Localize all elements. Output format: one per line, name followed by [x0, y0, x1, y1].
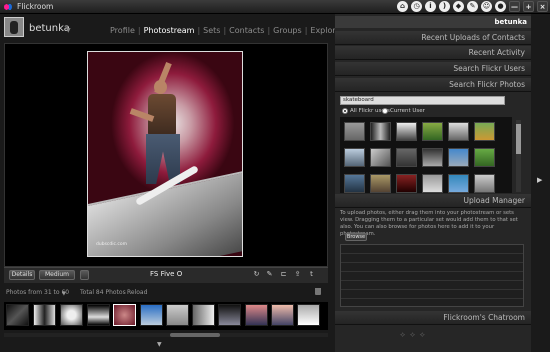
search-result-thumbnail[interactable] [396, 122, 417, 141]
upload-instructions: To upload photos, either drag them into … [340, 210, 518, 237]
strip-total: Total 84 Photos [80, 289, 126, 296]
strip-scrollbar-thumb[interactable] [170, 333, 220, 337]
search-result-thumbnail[interactable] [422, 122, 443, 141]
rss-icon[interactable]: ) [439, 1, 450, 12]
search-result-thumbnail[interactable] [448, 122, 469, 141]
strip-thumbnail[interactable] [297, 304, 320, 326]
tag-icon[interactable]: ◆ [453, 1, 464, 12]
browse-button[interactable]: Browse [345, 233, 367, 241]
search-result-thumbnail[interactable] [396, 174, 417, 193]
radio-current-user[interactable] [382, 108, 388, 114]
chevron-right-icon[interactable]: ▶ [537, 176, 542, 184]
upload-icon[interactable]: ⇪ [293, 270, 302, 279]
search-result-thumbnail[interactable] [422, 174, 443, 193]
photo-credit: dubscdic.com [96, 242, 128, 247]
tab-separator: | [197, 26, 201, 35]
radio-current-user-label: Current User [390, 108, 425, 114]
radio-all-users[interactable] [342, 108, 348, 114]
panel-upload-manager[interactable]: Upload Manager [335, 194, 531, 208]
tab-separator: | [137, 26, 141, 35]
panel-recent-activity[interactable]: Recent Activity [335, 46, 531, 60]
panel-search-photos[interactable]: Search Flickr Photos [335, 78, 531, 92]
chevron-down-icon[interactable]: ▼ [62, 291, 66, 297]
avatar[interactable] [4, 17, 24, 37]
search-result-thumbnail[interactable] [448, 148, 469, 167]
trash-icon[interactable] [315, 288, 321, 295]
minimize-button[interactable]: — [509, 1, 520, 12]
search-result-thumbnail[interactable] [344, 122, 365, 141]
search-result-thumbnail[interactable] [370, 174, 391, 193]
close-button[interactable]: × [537, 1, 548, 12]
search-result-thumbnail[interactable] [422, 148, 443, 167]
app-title: Flickroom [17, 2, 54, 11]
search-results-scrollbar-thumb[interactable] [516, 124, 521, 154]
tab-sets[interactable]: Sets [203, 26, 220, 35]
chevron-down-icon[interactable]: ▼ [157, 341, 162, 348]
tab-separator: | [304, 26, 308, 35]
strip-thumbnail-selected[interactable] [113, 304, 136, 326]
nav-tabs: Profile | Photostream | Sets | Contacts … [110, 26, 346, 35]
size-toggle-button[interactable] [80, 270, 89, 280]
tab-separator: | [223, 26, 227, 35]
photo-search-input[interactable]: skateboard [340, 96, 505, 105]
strip-thumbnail[interactable] [218, 304, 241, 326]
user-icon[interactable]: ☺ [481, 1, 492, 12]
decorative-ornament-icon: ⟡ ⟡ ⟡ [400, 330, 426, 339]
clock-icon[interactable]: ◷ [411, 1, 422, 12]
home-icon[interactable]: ⌂ [397, 1, 408, 12]
strip-thumbnail[interactable] [271, 304, 294, 326]
reload-link[interactable]: Reload [127, 289, 147, 296]
titlebar-icons: ⌂ ◷ i ) ◆ ✎ ☺ ● — + × [397, 1, 548, 12]
panel-recent-uploads[interactable]: Recent Uploads of Contacts [335, 31, 531, 45]
search-result-thumbnail[interactable] [474, 148, 495, 167]
chevron-down-icon[interactable]: ▼ [66, 27, 71, 34]
strip-thumbnail[interactable] [140, 304, 163, 326]
crop-icon[interactable]: ⊏ [279, 270, 288, 279]
search-result-thumbnail[interactable] [396, 148, 417, 167]
strip-thumbnail[interactable] [87, 304, 110, 326]
tab-groups[interactable]: Groups [273, 26, 302, 35]
strip-range: Photos from 31 to 60 [6, 289, 70, 296]
photo-title: FS Five O [150, 270, 183, 278]
maximize-button[interactable]: + [523, 1, 534, 12]
strip-thumbnail[interactable] [6, 304, 29, 326]
strip-thumbnail[interactable] [166, 304, 189, 326]
panel-search-users[interactable]: Search Flickr Users [335, 62, 531, 76]
rotate-icon[interactable]: ↻ [252, 270, 261, 279]
search-result-thumbnail[interactable] [448, 174, 469, 193]
strip-thumbnail[interactable] [192, 304, 215, 326]
panel-chatroom[interactable]: Flickroom's Chatroom [335, 311, 531, 325]
search-result-thumbnail[interactable] [370, 122, 391, 141]
text-icon[interactable]: t [307, 270, 316, 279]
main-photo[interactable]: dubscdic.com [87, 51, 243, 257]
strip-thumbnail[interactable] [33, 304, 56, 326]
search-result-thumbnail[interactable] [344, 174, 365, 193]
search-result-thumbnail[interactable] [344, 148, 365, 167]
username[interactable]: betunka [29, 23, 70, 34]
size-select[interactable]: Medium [39, 270, 75, 280]
search-result-thumbnail[interactable] [474, 174, 495, 193]
search-result-thumbnail[interactable] [474, 122, 495, 141]
upload-queue[interactable] [340, 244, 524, 307]
details-button[interactable]: Details [9, 270, 35, 280]
sidebar-username: betunka [335, 16, 531, 28]
search-result-thumbnail[interactable] [370, 148, 391, 167]
tab-contacts[interactable]: Contacts [229, 26, 264, 35]
edit-icon[interactable]: ✎ [265, 270, 274, 279]
dot-icon[interactable]: ● [495, 1, 506, 12]
tab-separator: | [267, 26, 271, 35]
strip-thumbnail[interactable] [245, 304, 268, 326]
strip-thumbnail[interactable] [60, 304, 83, 326]
tab-photostream[interactable]: Photostream [144, 26, 195, 35]
flickroom-logo-icon [4, 3, 12, 11]
strip-scrollbar[interactable] [4, 333, 328, 337]
tab-profile[interactable]: Profile [110, 26, 135, 35]
info-icon[interactable]: i [425, 1, 436, 12]
tools-icon[interactable]: ✎ [467, 1, 478, 12]
